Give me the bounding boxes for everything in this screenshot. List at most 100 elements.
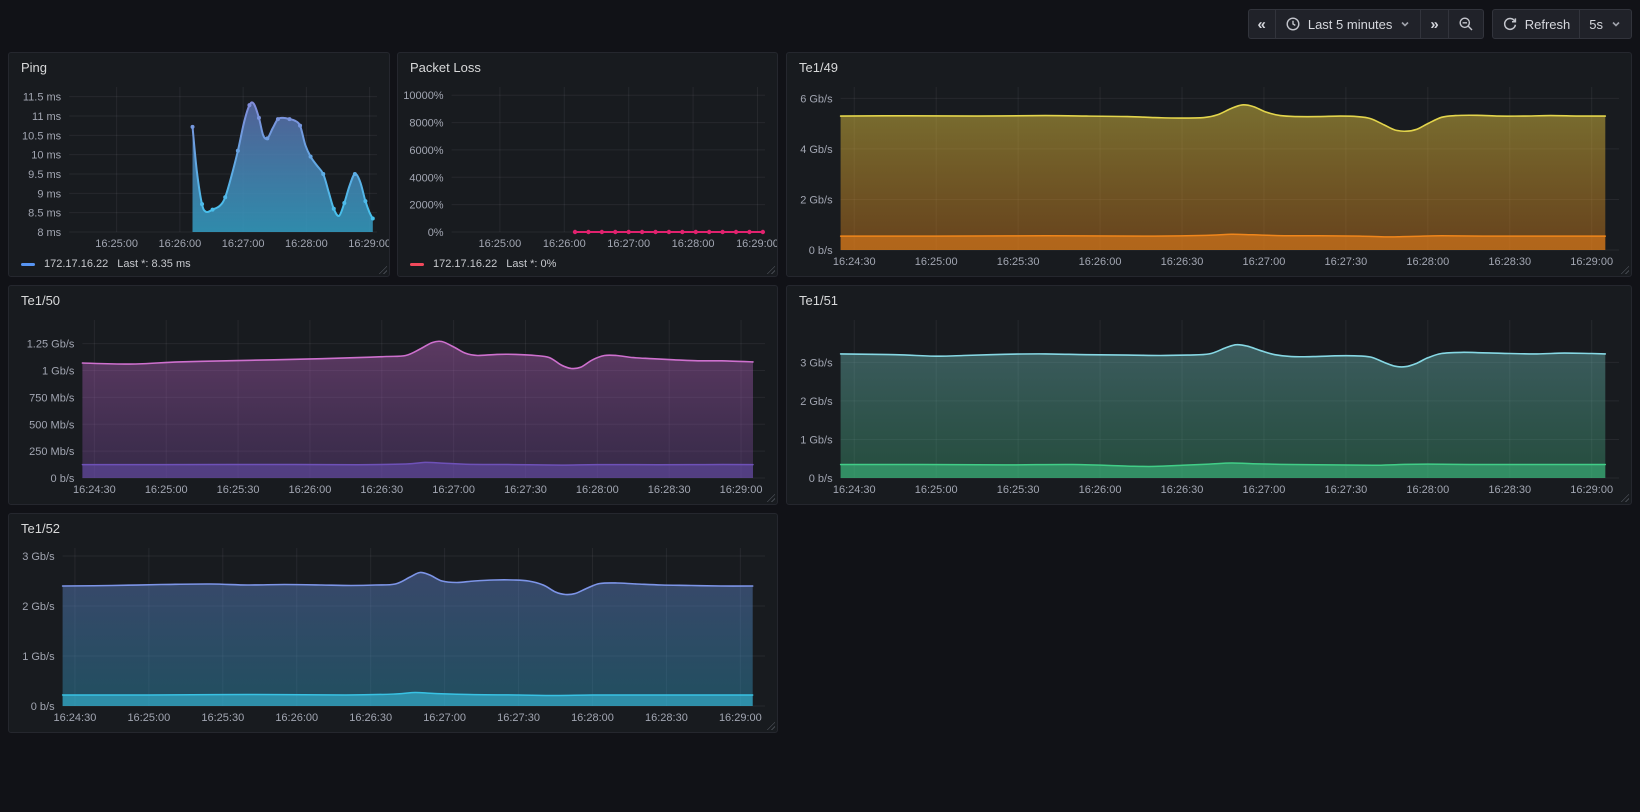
double-chevron-left-icon: «: [1257, 15, 1266, 33]
x-axis-tick-label: 16:26:00: [1079, 484, 1122, 496]
zoom-out-icon: [1458, 16, 1474, 32]
y-axis-tick-label: 8000%: [409, 118, 443, 130]
panel-header[interactable]: Te1/49: [787, 53, 1631, 81]
data-point: [586, 229, 591, 235]
series-area: [840, 104, 1606, 250]
refresh-label: Refresh: [1524, 16, 1571, 32]
y-axis-tick-label: 4000%: [409, 172, 443, 184]
y-axis-tick-label: 8 ms: [37, 227, 61, 239]
x-axis-tick-label: 16:25:00: [915, 256, 958, 268]
x-axis-tick-label: 16:29:00: [1570, 256, 1613, 268]
time-shift-forward-button[interactable]: »: [1420, 10, 1447, 38]
legend-series-label[interactable]: 172.17.16.22: [433, 259, 497, 270]
data-point: [599, 229, 605, 235]
panel-packet-loss: Packet Loss 10000% 8000% 6000% 4000% 2000% 0% 1…: [397, 52, 778, 277]
chevron-down-icon: [1399, 18, 1411, 30]
time-series-chart[interactable]: 10000% 8000% 6000% 4000% 2000% 0% 16:25:00 16:2…: [398, 81, 777, 252]
y-axis-tick-label: 2 Gb/s: [800, 396, 833, 408]
data-point: [342, 201, 347, 205]
y-axis-tick-label: 3 Gb/s: [22, 551, 55, 563]
x-axis-tick-label: 16:27:30: [504, 484, 547, 496]
x-axis-tick-label: 16:28:30: [648, 484, 691, 496]
x-axis-tick-label: 16:24:30: [73, 484, 116, 496]
data-point: [639, 229, 645, 235]
y-axis-tick-label: 1 Gb/s: [42, 366, 75, 378]
x-axis-tick-label: 16:27:00: [1243, 484, 1286, 496]
panel-title[interactable]: Te1/52: [21, 522, 60, 535]
panel-header[interactable]: Packet Loss: [398, 53, 777, 81]
x-axis-tick-label: 16:26:00: [158, 238, 201, 250]
y-axis-tick-label: 9.5 ms: [28, 169, 62, 181]
data-point: [210, 207, 215, 212]
clock-icon: [1285, 16, 1301, 32]
legend-series-label[interactable]: 172.17.16.22: [44, 259, 108, 270]
data-point: [200, 202, 205, 207]
x-axis-tick-label: 16:27:00: [1243, 256, 1286, 268]
panel-title[interactable]: Packet Loss: [410, 61, 481, 74]
panel-header[interactable]: Te1/50: [9, 286, 777, 314]
y-axis-tick-label: 2 Gb/s: [800, 194, 833, 206]
x-axis-tick-label: 16:25:00: [478, 238, 521, 250]
series-area: [62, 572, 753, 706]
x-axis-tick-label: 16:26:30: [360, 484, 403, 496]
x-axis-tick-label: 16:29:00: [720, 484, 763, 496]
y-axis-tick-label: 500 Mb/s: [29, 419, 75, 431]
data-point: [653, 229, 658, 235]
panel-te1-50: Te1/50 1.25 Gb/s 1 Gb/s 750 Mb/s 500 Mb/s 250…: [8, 285, 778, 505]
data-point: [275, 117, 280, 122]
panel-title[interactable]: Te1/50: [21, 294, 60, 307]
data-point: [572, 229, 578, 235]
chevron-down-icon: [1610, 18, 1622, 30]
y-axis-tick-label: 3 Gb/s: [800, 357, 833, 369]
x-axis-tick-label: 16:29:00: [348, 238, 389, 250]
time-series-chart[interactable]: 6 Gb/s 4 Gb/s 2 Gb/s 0 b/s16:24:30 16:25:00 1…: [787, 81, 1631, 270]
x-axis-tick-label: 16:26:00: [543, 238, 586, 250]
time-series-chart[interactable]: 3 Gb/s 2 Gb/s 1 Gb/s 0 b/s16:24:30 16:25:00 1…: [787, 314, 1631, 498]
x-axis-tick-label: 16:26:30: [1161, 256, 1204, 268]
time-series-chart[interactable]: 3 Gb/s 2 Gb/s 1 Gb/s 0 b/s16:24:30 16:25:00 1…: [9, 542, 777, 726]
data-point: [235, 148, 240, 153]
time-range-label: Last 5 minutes: [1307, 16, 1393, 32]
x-axis-tick-label: 16:27:30: [1324, 484, 1367, 496]
legend-series-marker: [21, 263, 35, 266]
x-axis-tick-label: 16:27:00: [607, 238, 650, 250]
x-axis-tick-label: 16:27:00: [432, 484, 475, 496]
data-point: [733, 229, 739, 235]
panel-legend: 172.17.16.22 Last *: 0%: [398, 252, 777, 274]
panel-title[interactable]: Te1/49: [799, 61, 838, 74]
panel-header[interactable]: Te1/52: [9, 514, 777, 542]
time-series-chart[interactable]: 1.25 Gb/s 1 Gb/s 750 Mb/s 500 Mb/s 250 Mb/s 0…: [9, 314, 777, 498]
x-axis-tick-label: 16:28:30: [645, 712, 688, 724]
refresh-controls-group: Refresh 5s: [1491, 9, 1632, 39]
x-axis-tick-label: 16:29:00: [719, 712, 762, 724]
refresh-interval-dropdown[interactable]: 5s: [1579, 10, 1631, 38]
time-series-chart[interactable]: 11.5 ms 11 ms 10.5 ms 10 ms 9.5 ms 9 ms 8.5 ms…: [9, 81, 389, 252]
panel-title[interactable]: Ping: [21, 61, 47, 74]
data-point: [308, 154, 313, 159]
legend-last-value: Last *: 0%: [506, 258, 557, 270]
data-point: [693, 229, 698, 235]
y-axis-tick-label: 1.25 Gb/s: [27, 339, 75, 351]
refresh-button[interactable]: Refresh: [1493, 10, 1580, 38]
data-point: [256, 115, 261, 120]
y-axis-tick-label: 9 ms: [37, 188, 61, 200]
x-axis-tick-label: 16:27:00: [222, 238, 265, 250]
time-shift-back-button[interactable]: «: [1249, 10, 1275, 38]
panel-title[interactable]: Te1/51: [799, 294, 838, 307]
x-axis-tick-label: 16:27:30: [1324, 256, 1367, 268]
x-axis-tick-label: 16:28:00: [576, 484, 619, 496]
panel-te1-49: Te1/49 6 Gb/s 4 Gb/s 2 Gb/s 0 b/s 16:24:30 16:…: [786, 52, 1632, 277]
data-point: [370, 216, 375, 221]
y-axis-tick-label: 0 b/s: [809, 245, 833, 257]
time-range-picker-button[interactable]: Last 5 minutes: [1274, 10, 1421, 38]
x-axis-tick-label: 16:25:00: [95, 238, 138, 250]
x-axis-tick-label: 16:26:30: [1161, 484, 1204, 496]
y-axis-tick-label: 0 b/s: [51, 473, 75, 485]
legend-series-marker: [410, 263, 424, 266]
panel-header[interactable]: Te1/51: [787, 286, 1631, 314]
x-axis-tick-label: 16:28:00: [1406, 256, 1449, 268]
data-point: [747, 229, 752, 235]
zoom-out-button[interactable]: [1447, 10, 1483, 38]
data-point: [666, 229, 672, 235]
panel-header[interactable]: Ping: [9, 53, 389, 81]
